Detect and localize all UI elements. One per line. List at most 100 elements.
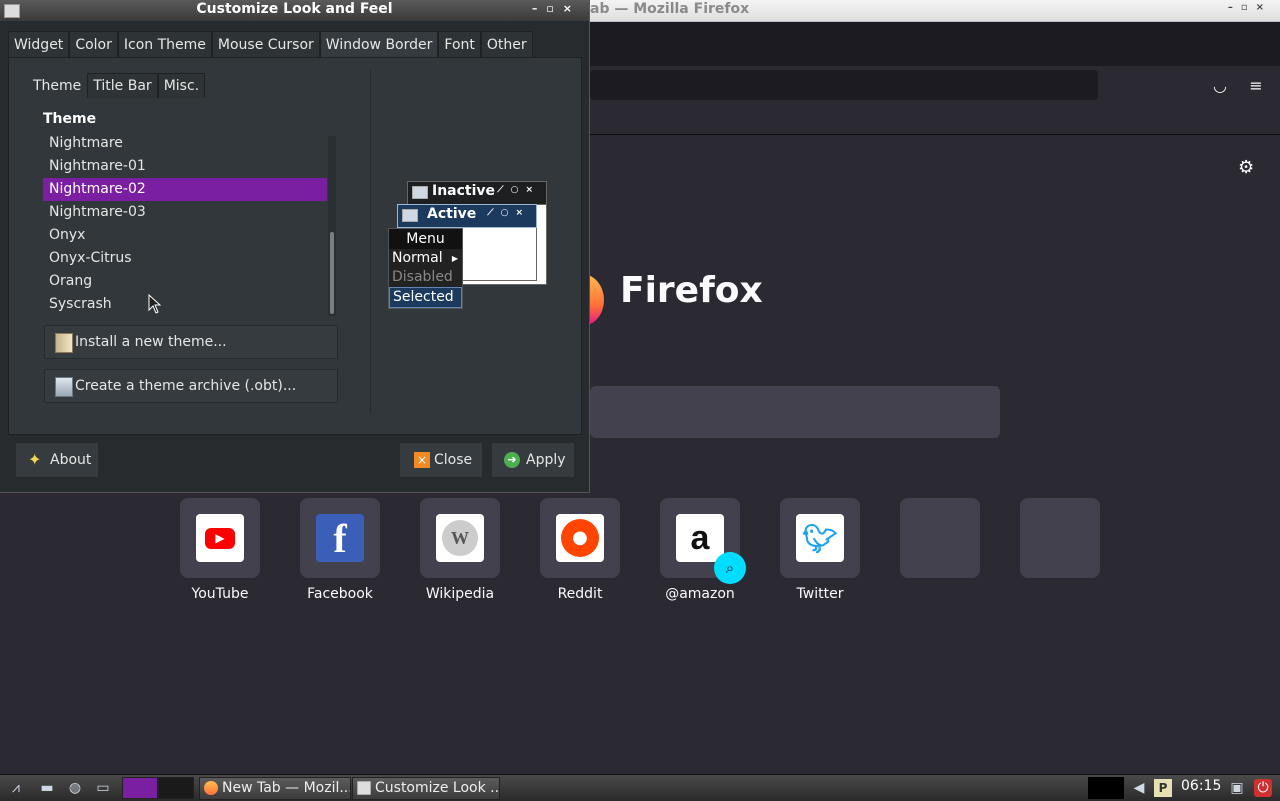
arrow-right-icon: ➜ — [504, 452, 520, 468]
top-site-reddit[interactable]: ● Reddit — [540, 498, 620, 602]
theme-item[interactable]: Nightmare-01 — [43, 155, 327, 178]
theme-heading: Theme — [43, 111, 97, 127]
archive-icon — [55, 377, 73, 397]
top-site-label: Reddit — [557, 586, 603, 602]
start-menu-icon[interactable]: ⩘ — [4, 779, 28, 797]
pocket-icon[interactable]: ◡ — [1210, 76, 1230, 96]
top-site-label: @amazon — [665, 586, 735, 602]
preview-menu-title: Menu — [389, 229, 462, 249]
lock-screen-icon[interactable]: ▣ — [1228, 779, 1246, 797]
taskbar: ⩘ ▬ ◍ ▭ New Tab — Mozil... Customize Loo… — [0, 774, 1280, 801]
task-label: New Tab — Mozil... — [222, 780, 351, 796]
tab-window-border[interactable]: Window Border — [319, 31, 439, 59]
tab-font[interactable]: Font — [438, 31, 481, 58]
window-icon — [412, 186, 428, 199]
theme-item[interactable]: Nightmare — [43, 132, 327, 155]
desktop-pager-1[interactable] — [122, 777, 158, 799]
wikipedia-icon: W — [436, 514, 484, 562]
file-manager-icon[interactable]: ▭ — [94, 779, 112, 797]
dialog-titlebar[interactable]: Customize Look and Feel –▫× — [0, 0, 589, 21]
scrollbar-thumb[interactable] — [330, 232, 334, 314]
package-icon — [55, 333, 73, 353]
facebook-icon: f — [316, 514, 364, 562]
clock[interactable]: 06:15 — [1181, 778, 1221, 794]
hamburger-menu-icon[interactable]: ≡ — [1246, 76, 1266, 96]
newtab-search-input[interactable] — [590, 386, 1000, 438]
top-site-tile[interactable]: ● — [540, 498, 620, 578]
top-site-tile[interactable]: a ⌕ — [660, 498, 746, 584]
top-site-tile[interactable] — [900, 498, 980, 578]
panel-divider — [370, 70, 371, 414]
subtab-theme[interactable]: Theme — [27, 73, 88, 98]
task-customize-look[interactable]: Customize Look ... — [352, 777, 500, 800]
top-site-facebook[interactable]: f Facebook — [300, 498, 380, 602]
top-site-wikipedia[interactable]: W Wikipedia — [420, 498, 500, 602]
preview-menu-item-disabled: Disabled — [392, 269, 453, 285]
firefox-icon — [204, 781, 218, 795]
firefox-wordmark: Firefox — [620, 270, 763, 311]
customize-look-dialog: Customize Look and Feel –▫× Widget Color… — [0, 0, 590, 493]
preview-menu-item-normal: Normal ▶ — [389, 249, 462, 268]
gear-icon[interactable]: ⚙ — [1238, 157, 1254, 178]
search-shortcut-icon: ⌕ — [714, 552, 746, 584]
theme-list-scrollbar[interactable] — [328, 136, 336, 316]
theme-item[interactable]: Onyx — [43, 224, 327, 247]
theme-list[interactable]: Nightmare Nightmare-01 Nightmare-02 Nigh… — [43, 132, 327, 316]
window-icon — [402, 209, 418, 222]
reddit-icon: ● — [556, 514, 604, 562]
tab-other[interactable]: Other — [480, 31, 533, 58]
theme-item[interactable]: Onyx-Citrus — [43, 247, 327, 270]
submenu-arrow-icon: ▶ — [451, 254, 458, 263]
show-desktop-icon[interactable]: ▬ — [38, 779, 56, 797]
top-site-label: Wikipedia — [425, 586, 495, 602]
amazon-icon: a — [676, 514, 724, 562]
dialog-window-buttons[interactable]: –▫× — [532, 2, 581, 15]
close-button[interactable]: × Close — [399, 442, 483, 478]
power-icon[interactable]: ⏻ — [1254, 779, 1272, 797]
clipboard-icon[interactable]: P — [1154, 779, 1172, 797]
apply-button[interactable]: ➜ Apply — [491, 442, 575, 478]
top-site-empty[interactable] — [900, 498, 980, 578]
top-site-youtube[interactable]: ▶ YouTube — [180, 498, 260, 602]
top-site-tile[interactable]: ▶ — [180, 498, 260, 578]
subtab-misc[interactable]: Misc. — [157, 73, 206, 98]
install-theme-button[interactable]: Install a new theme... — [44, 325, 338, 359]
top-site-label: Facebook — [307, 586, 373, 602]
window-icon — [357, 781, 371, 795]
youtube-icon: ▶ — [196, 514, 244, 562]
apply-label: Apply — [526, 452, 566, 468]
theme-item[interactable]: Orang — [43, 270, 327, 293]
top-site-amazon[interactable]: a ⌕ @amazon — [660, 498, 746, 602]
tab-widget[interactable]: Widget — [8, 31, 70, 58]
top-site-twitter[interactable]: 🐦︎ Twitter — [780, 498, 860, 602]
top-site-tile[interactable]: f — [300, 498, 380, 578]
subtab-title-bar[interactable]: Title Bar — [87, 73, 158, 98]
tray-area — [1088, 777, 1124, 799]
close-icon: × — [414, 452, 430, 468]
theme-item[interactable]: Syscrash — [43, 293, 327, 316]
firefox-window-buttons[interactable]: –▫× — [1228, 2, 1272, 13]
mouse-cursor-icon — [148, 294, 162, 314]
sub-tab-bar: Theme Title Bar Misc. — [27, 73, 206, 98]
theme-item-selected[interactable]: Nightmare-02 — [43, 178, 327, 201]
desktop-pager-2[interactable] — [158, 777, 194, 799]
top-site-empty[interactable] — [1020, 498, 1100, 578]
twitter-icon: 🐦︎ — [796, 514, 844, 562]
tab-mouse-cursor[interactable]: Mouse Cursor — [211, 31, 320, 58]
main-tab-bar: Widget Color Icon Theme Mouse Cursor Win… — [8, 31, 533, 59]
top-site-tile[interactable]: W — [420, 498, 500, 578]
top-site-tile[interactable]: 🐦︎ — [780, 498, 860, 578]
url-bar[interactable] — [590, 70, 1098, 100]
tab-icon-theme[interactable]: Icon Theme — [117, 31, 212, 58]
web-browser-icon[interactable]: ◍ — [66, 779, 84, 797]
volume-icon[interactable]: ◀ — [1130, 779, 1148, 797]
preview-active-label: Active — [427, 206, 477, 222]
top-site-label: Twitter — [796, 586, 844, 602]
task-firefox[interactable]: New Tab — Mozil... — [199, 777, 351, 800]
tab-color[interactable]: Color — [69, 31, 118, 58]
top-site-tile[interactable] — [1020, 498, 1100, 578]
about-button[interactable]: ✦ About — [15, 442, 99, 478]
create-archive-button[interactable]: Create a theme archive (.obt)... — [44, 369, 338, 403]
theme-item[interactable]: Nightmare-03 — [43, 201, 327, 224]
preview-active-titlebar: Active ⟋○× — [397, 204, 537, 228]
